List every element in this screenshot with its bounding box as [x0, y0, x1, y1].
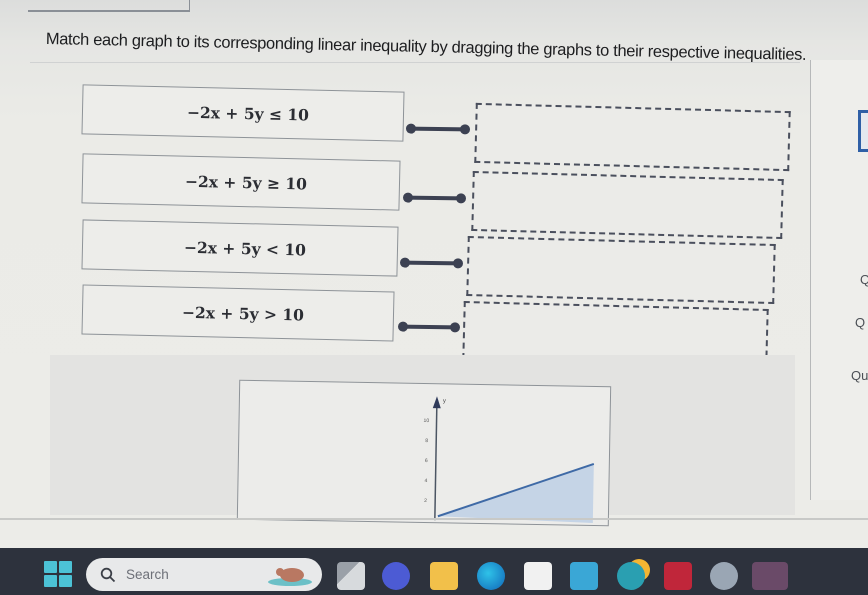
- edge-icon[interactable]: [477, 562, 505, 590]
- inequality-text: −2x + 5y ≤ 10: [186, 102, 310, 124]
- teams-meet-icon[interactable]: [382, 562, 410, 590]
- bing-bear-highlight-icon: [268, 568, 312, 586]
- inequality-text: −2x + 5y > 10: [181, 302, 305, 324]
- connector-dot-left: [397, 321, 409, 332]
- connector-dot-left: [402, 192, 414, 203]
- y-tick-label: 6: [425, 458, 428, 464]
- search-label: Search: [126, 567, 169, 582]
- support-app-icon[interactable]: [617, 562, 645, 590]
- y-axis: [434, 402, 438, 521]
- connector-dot-left: [399, 257, 411, 268]
- y-axis-arrow: [432, 396, 441, 409]
- drop-zone-3[interactable]: [466, 235, 776, 305]
- word-icon[interactable]: [752, 562, 788, 590]
- taskbar-search[interactable]: Search: [86, 558, 322, 591]
- settings-gear-icon[interactable]: [710, 562, 738, 590]
- side-label-1: Q: [860, 272, 868, 287]
- connector-dot-left: [405, 123, 417, 134]
- connector-dot-right: [455, 193, 467, 204]
- microsoft-store-icon[interactable]: [524, 562, 552, 590]
- inequality-text: −2x + 5y ≥ 10: [184, 171, 308, 193]
- connector-1: [405, 123, 471, 135]
- inequality-box-1: −2x + 5y ≤ 10: [81, 84, 405, 142]
- shaded-region: [437, 463, 594, 523]
- mdp-app-icon[interactable]: [570, 562, 598, 590]
- y-tick-label: 10: [424, 418, 430, 424]
- connector-3: [399, 257, 464, 269]
- y-tick-label: 8: [425, 438, 428, 444]
- drop-zone-2[interactable]: [471, 170, 784, 240]
- connector-2: [402, 192, 467, 204]
- side-label-3: Qu: [851, 368, 868, 383]
- side-tab-indicator[interactable]: [858, 110, 868, 152]
- inequality-box-4: −2x + 5y > 10: [81, 284, 395, 342]
- start-button[interactable]: [44, 561, 72, 587]
- drop-zone-1[interactable]: [474, 102, 791, 172]
- side-label-2: Q: [855, 315, 866, 330]
- search-icon: [100, 567, 116, 582]
- y-tick-label: 4: [424, 478, 427, 484]
- connector-dot-right: [459, 124, 471, 135]
- task-view-icon[interactable]: [337, 562, 365, 590]
- inequality-box-2: −2x + 5y ≥ 10: [81, 153, 401, 211]
- mcafee-icon[interactable]: [664, 562, 692, 590]
- windows-logo-icon: [44, 561, 57, 573]
- top-tab-fragment[interactable]: [28, 0, 190, 12]
- draggable-graph-card[interactable]: y 10 8 6 4 2: [236, 379, 612, 527]
- y-axis-label: y: [443, 398, 446, 404]
- connector-4: [397, 321, 461, 333]
- connector-dot-right: [452, 258, 464, 269]
- connector-dot-right: [449, 322, 461, 333]
- y-tick-label: 2: [424, 498, 427, 504]
- inequality-text: −2x + 5y < 10: [183, 237, 307, 259]
- inequality-box-3: −2x + 5y < 10: [81, 219, 399, 277]
- inequality-graph: y 10 8 6 4 2: [424, 396, 595, 523]
- file-explorer-icon[interactable]: [430, 562, 458, 590]
- page-bottom-divider: [0, 518, 868, 520]
